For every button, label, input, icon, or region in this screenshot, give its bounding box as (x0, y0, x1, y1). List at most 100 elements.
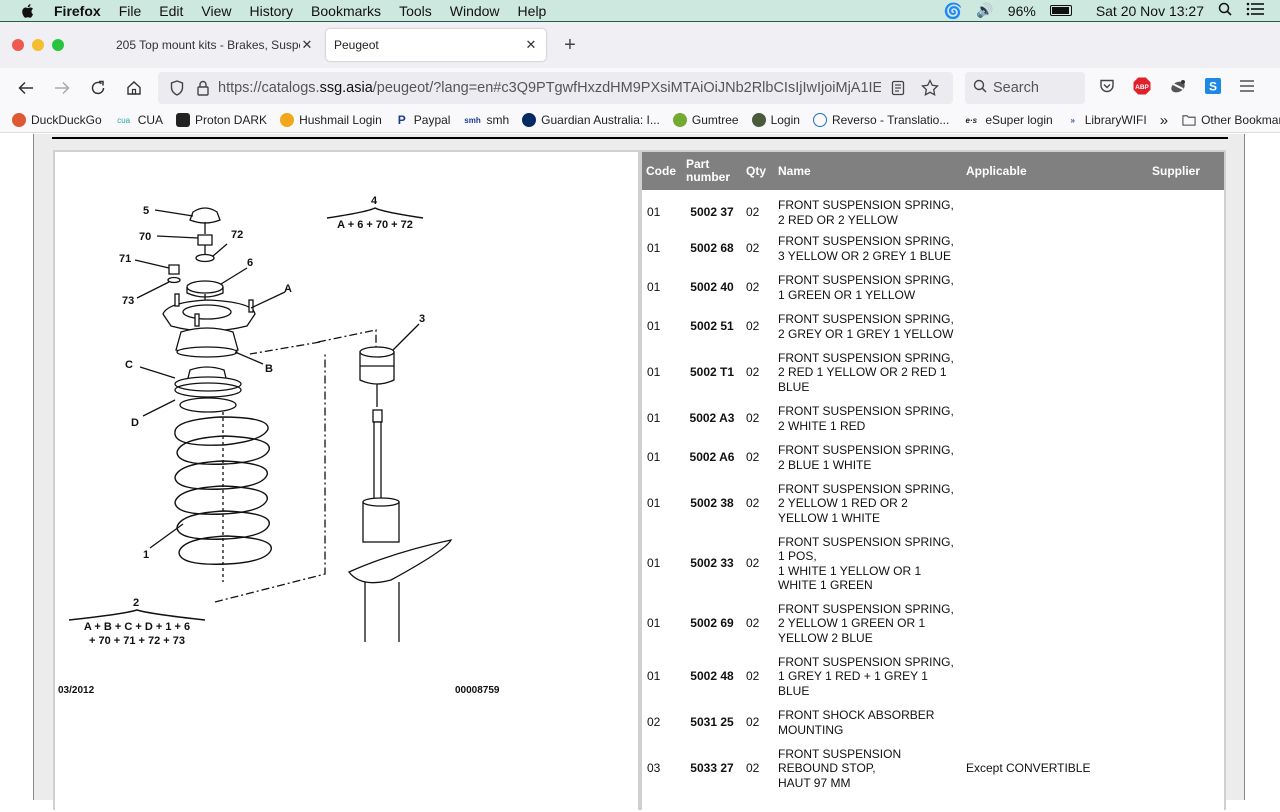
table-row[interactable]: 01 5002 A6 02 FRONT SUSPENSION SPRING, 2 BLU… (642, 438, 1224, 477)
bookmark-login[interactable]: Login (751, 113, 800, 127)
cell-part-number[interactable]: 5002 A6 (682, 438, 742, 477)
cell-part-number[interactable]: 5002 48 (682, 650, 742, 703)
menu-bookmarks[interactable]: Bookmarks (311, 3, 381, 19)
cell-part-number[interactable]: 5002 A3 (682, 399, 742, 438)
cell-part-number[interactable]: 5002 37 (682, 190, 742, 229)
menu-firefox[interactable]: Firefox (54, 3, 101, 19)
menu-file[interactable]: File (119, 3, 142, 19)
minimize-window-button[interactable] (32, 39, 44, 51)
adblock-plus-icon[interactable]: ABP (1133, 77, 1151, 100)
cell-name: FRONT SUSPENSION SPRING, 2 YELLOW 1 RED O… (774, 477, 962, 530)
table-row[interactable]: 01 5002 T1 02 FRONT SUSPENSION SPRING, 2 RED… (642, 346, 1224, 399)
table-row[interactable]: 01 5002 68 02 FRONT SUSPENSION SPRING, 3 YEL… (642, 229, 1224, 268)
close-tab-icon[interactable]: ✕ (300, 37, 314, 53)
close-window-button[interactable] (12, 39, 24, 51)
cell-part-number[interactable]: 5002 69 (682, 597, 742, 650)
table-row[interactable]: 02 5031 25 02 FRONT SHOCK ABSORBER MOUNTING (642, 703, 1224, 742)
table-row[interactable]: 01 5002 69 02 FRONT SUSPENSION SPRING, 2 YEL… (642, 597, 1224, 650)
table-row[interactable]: 01 5002 51 02 FRONT SUSPENSION SPRING, 2 GRE… (642, 307, 1224, 346)
cell-part-number[interactable]: 5033 27 (682, 742, 742, 795)
table-row[interactable]: 01 5002 38 02 FRONT SUSPENSION SPRING, 2 YEL… (642, 477, 1224, 530)
bookmark-librarywifi[interactable]: » LibraryWIFI (1066, 113, 1146, 127)
header-code[interactable]: Code (642, 152, 682, 190)
bookmark-star-icon[interactable] (919, 79, 941, 97)
battery-percent: 96% (1007, 2, 1036, 19)
volume-icon[interactable]: 🔊 (976, 2, 993, 19)
cell-part-number[interactable]: 5002 51 (682, 307, 742, 346)
header-part-number[interactable]: Part number (682, 152, 742, 190)
home-button[interactable] (116, 72, 152, 104)
tab-top-mount-kits[interactable]: 205 Top mount kits - Brakes, Suspen ✕ (108, 29, 322, 61)
bookmark-duckduckgo[interactable]: DuckDuckGo (12, 113, 102, 127)
menu-history[interactable]: History (249, 3, 293, 19)
cell-part-number[interactable]: 5031 25 (682, 703, 742, 742)
table-row[interactable]: 01 5002 33 02 FRONT SUSPENSION SPRING, 1 POS… (642, 530, 1224, 597)
bookmark-esuper[interactable]: e·s eSuper login (962, 113, 1053, 127)
apple-icon[interactable] (20, 2, 36, 20)
bookmark-proton-dark[interactable]: Proton DARK (176, 113, 267, 127)
search-box[interactable]: Search (965, 72, 1085, 104)
s-extension-icon[interactable]: S (1205, 77, 1221, 99)
menu-view[interactable]: View (201, 3, 231, 19)
menu-window[interactable]: Window (450, 3, 500, 19)
tab-bar: 205 Top mount kits - Brakes, Suspen ✕ Pe… (0, 22, 1280, 68)
table-row[interactable]: 01 5002 48 02 FRONT SUSPENSION SPRING, 1 GRE… (642, 650, 1224, 703)
url-bar[interactable]: https://catalogs.ssg.asia/peugeot/?lang=… (158, 72, 953, 104)
menu-tools[interactable]: Tools (399, 3, 432, 19)
other-bookmarks-folder[interactable]: Other Bookmarks (1182, 113, 1280, 127)
menu-help[interactable]: Help (518, 3, 547, 19)
new-tab-button[interactable]: + (558, 34, 582, 57)
bookmark-label: Login (770, 113, 800, 127)
app-menu-icon[interactable] (1239, 79, 1255, 98)
pocket-icon[interactable] (1099, 78, 1115, 99)
bookmark-reverso[interactable]: Reverso - Translatio... (812, 113, 949, 127)
table-row[interactable]: 01 5002 40 02 FRONT SUSPENSION SPRING, 1 GRE… (642, 268, 1224, 307)
cell-qty: 02 (746, 450, 760, 465)
name-line: FRONT SUSPENSION SPRING, (778, 404, 954, 418)
bookmark-cua[interactable]: cua CUA (115, 113, 163, 127)
cell-part-number[interactable]: 5002 40 (682, 268, 742, 307)
table-row[interactable]: 03 5033 27 02 FRONT SUSPENSION REBOUND STOP,… (642, 742, 1224, 795)
shock-absorber-rod (373, 421, 382, 503)
creative-cloud-icon[interactable]: 🌀 (944, 2, 963, 20)
zoom-window-button[interactable] (52, 39, 64, 51)
badger-extension-icon[interactable] (1169, 78, 1187, 99)
bookmark-hushmail[interactable]: Hushmail Login (280, 113, 382, 127)
cell-supplier (1148, 477, 1224, 530)
header-supplier[interactable]: Supplier (1148, 152, 1224, 190)
header-name[interactable]: Name (774, 152, 962, 190)
reload-button[interactable] (80, 72, 116, 104)
tab-peugeot[interactable]: Peugeot ✕ (326, 29, 546, 61)
spotlight-icon[interactable] (1218, 2, 1232, 19)
cell-qty: 02 (746, 411, 760, 426)
esuper-icon: e·s (965, 115, 978, 125)
name-line: FRONT SUSPENSION (778, 746, 902, 761)
close-tab-icon[interactable]: ✕ (524, 37, 538, 53)
bookmark-smh[interactable]: smh smh (463, 113, 509, 127)
clock[interactable]: Sat 20 Nov 13:27 (1096, 3, 1204, 19)
bookmark-gumtree[interactable]: Gumtree (672, 113, 739, 127)
url-text[interactable]: https://catalogs.ssg.asia/peugeot/?lang=… (218, 80, 881, 96)
battery-icon[interactable] (1049, 5, 1072, 16)
table-row[interactable]: 01 5002 A3 02 FRONT SUSPENSION SPRING, 2 WHI… (642, 399, 1224, 438)
lock-icon[interactable] (192, 80, 214, 96)
bookmark-guardian[interactable]: Guardian Australia: I... (522, 113, 660, 127)
parts-diagram[interactable]: 5 70 72 71 6 73 A B C D 1 3 4 A + 6 + 70… (53, 150, 640, 810)
cell-part-number[interactable]: 5002 T1 (682, 346, 742, 399)
table-row[interactable]: 01 5002 37 02 FRONT SUSPENSION SPRING, 2 RED… (642, 190, 1224, 229)
control-center-icon[interactable] (1246, 2, 1264, 19)
cell-name: FRONT SUSPENSION REBOUND STOP, HAUT 97 MM (774, 742, 962, 795)
cell-part-number[interactable]: 5002 68 (682, 229, 742, 268)
more-bookmarks-chevron-icon[interactable]: » (1160, 112, 1168, 129)
reader-view-icon[interactable] (887, 80, 909, 96)
cell-part-number[interactable]: 5002 33 (682, 530, 742, 597)
tracking-protection-shield-icon[interactable] (166, 80, 188, 96)
header-applicable[interactable]: Applicable (962, 152, 1148, 190)
menu-edit[interactable]: Edit (159, 3, 183, 19)
cell-part-number[interactable]: 5002 38 (682, 477, 742, 530)
forward-button[interactable] (44, 72, 80, 104)
name-line: YELLOW 2 BLUE (778, 630, 873, 645)
back-button[interactable] (8, 72, 44, 104)
bookmark-paypal[interactable]: P Paypal (395, 113, 451, 127)
header-qty[interactable]: Qty (742, 152, 774, 190)
